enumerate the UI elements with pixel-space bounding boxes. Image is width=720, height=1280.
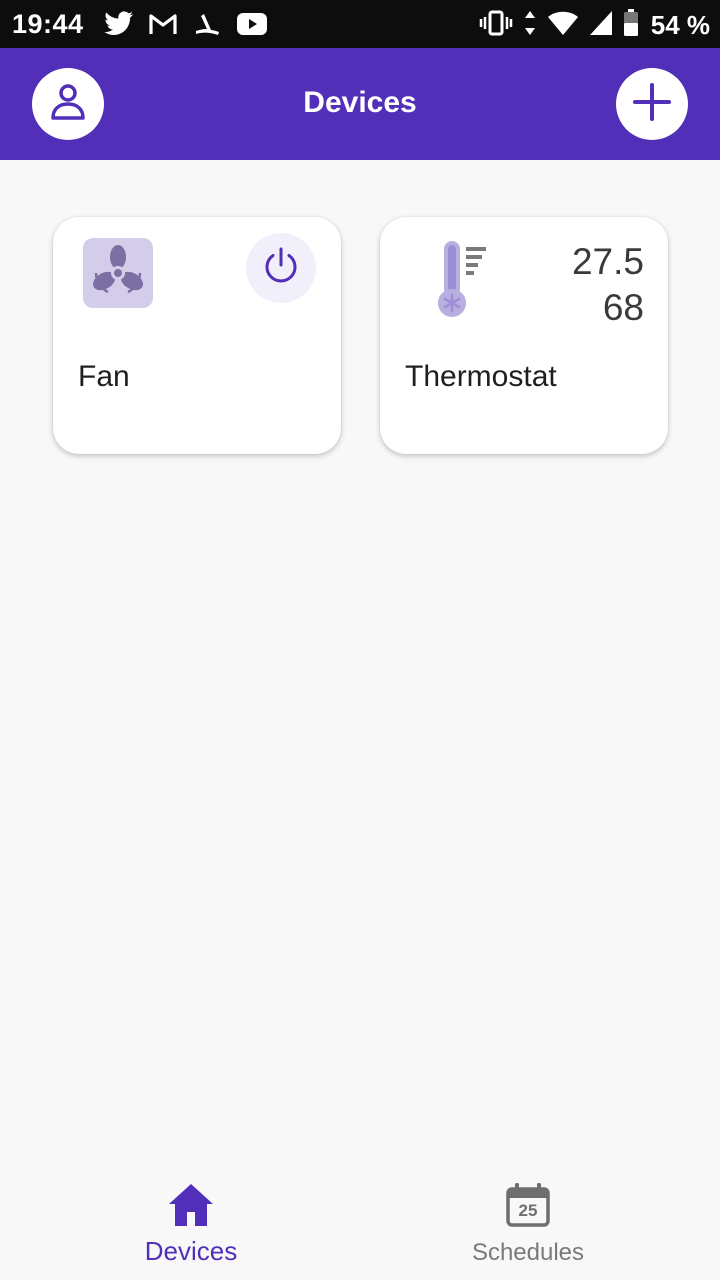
fan-power-button[interactable]	[246, 233, 316, 303]
twitter-icon	[104, 11, 134, 42]
calendar-date: 25	[518, 1201, 538, 1220]
device-name: Fan	[78, 360, 130, 393]
nav-label-schedules: Schedules	[471, 1239, 585, 1266]
notification-icons	[104, 10, 268, 43]
device-card-fan[interactable]: Fan	[53, 217, 341, 454]
battery-icon	[623, 9, 639, 42]
signal-icon	[589, 10, 613, 41]
data-arrows-icon	[523, 10, 537, 41]
gmail-icon	[148, 12, 178, 41]
wifi-icon	[547, 10, 579, 41]
system-icons: 54 %	[479, 9, 710, 42]
app-bar: Devices	[0, 48, 720, 160]
power-icon	[261, 246, 301, 291]
page-title: Devices	[303, 86, 417, 119]
thermostat-temperature: 27.568	[571, 241, 644, 328]
home-icon	[167, 1182, 215, 1233]
battery-percent: 54 %	[650, 10, 710, 40]
youtube-icon	[236, 12, 268, 41]
nav-label-devices: Devices	[144, 1236, 238, 1266]
add-device-button[interactable]	[616, 68, 688, 140]
device-card-thermostat[interactable]: 27.568 Thermostat	[380, 217, 668, 454]
thermometer-icon	[432, 239, 492, 324]
nav-item-devices[interactable]: Devices	[91, 1168, 291, 1280]
status-bar: 19:44 54 %	[0, 0, 720, 48]
bottom-navigation: Devices 25 Schedules	[0, 1168, 720, 1280]
status-time: 19:44	[12, 9, 84, 39]
fan-icon	[83, 238, 153, 308]
plus-icon	[632, 82, 672, 127]
nav-item-schedules[interactable]: 25 Schedules	[428, 1168, 628, 1280]
device-name: Thermostat	[405, 360, 557, 393]
calendar-icon: 25	[505, 1182, 551, 1228]
vibrate-icon	[479, 10, 513, 41]
strava-icon	[192, 10, 222, 43]
screen: 19:44 54 % Devices Fan 27.568 Thermostat…	[0, 0, 720, 1280]
